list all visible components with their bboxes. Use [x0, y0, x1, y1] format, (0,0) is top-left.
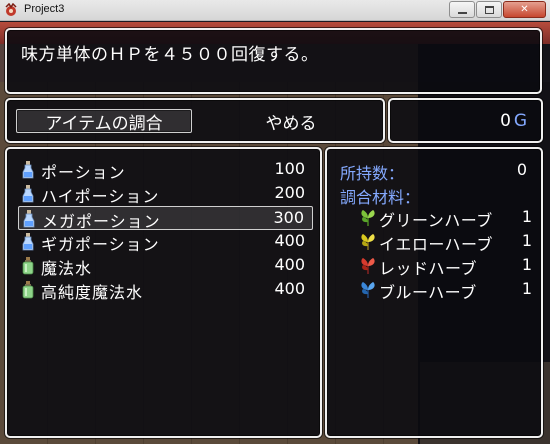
command-label: アイテムの調合: [45, 113, 163, 134]
material-qty: 1: [521, 255, 532, 274]
command-cancel[interactable]: やめる: [203, 109, 379, 134]
item-row[interactable]: 魔法水 400: [18, 254, 313, 278]
item-price: 100: [274, 159, 305, 178]
material-qty: 1: [521, 279, 532, 298]
maximize-icon: [484, 5, 494, 14]
app-icon: [5, 3, 17, 16]
bottle-icon: [22, 281, 34, 299]
potion-icon: [22, 233, 34, 251]
yellow-herb-icon: [361, 234, 375, 250]
item-price: 200: [274, 183, 305, 202]
material-name: ブルーハーブ: [379, 283, 477, 302]
maximize-button[interactable]: [476, 1, 502, 18]
gold-value: 0: [500, 111, 511, 131]
potion-icon: [22, 185, 34, 203]
material-row: グリーンハーブ 1: [357, 206, 532, 230]
potion-icon: [23, 210, 35, 228]
material-qty: 1: [521, 207, 532, 226]
item-name: 高純度魔法水: [41, 283, 144, 302]
blue-herb-icon: [361, 282, 375, 298]
item-name: ハイポーション: [41, 187, 160, 206]
window-title: Project3: [24, 3, 65, 15]
item-row[interactable]: 高純度魔法水 400: [18, 278, 313, 302]
item-row[interactable]: ハイポーション 200: [18, 182, 313, 206]
item-row-selected[interactable]: メガポーション 300: [18, 206, 313, 231]
owned-label: 所持数：: [340, 164, 405, 183]
item-price: 400: [274, 255, 305, 274]
potion-icon: [22, 161, 34, 179]
material-name: イエローハーブ: [379, 235, 494, 254]
material-row: イエローハーブ 1: [357, 230, 532, 254]
material-qty: 1: [521, 231, 532, 250]
close-icon: ✕: [520, 4, 529, 15]
material-row: ブルーハーブ 1: [357, 278, 532, 302]
item-row[interactable]: ポーション 100: [18, 158, 313, 182]
owned-value: 0: [516, 160, 527, 179]
gold-unit: G: [513, 111, 527, 131]
red-herb-icon: [361, 258, 375, 274]
material-row: レッドハーブ 1: [357, 254, 532, 278]
help-window: 味方単体のＨＰを４５００回復する。: [5, 28, 542, 94]
material-name: レッドハーブ: [379, 259, 478, 278]
close-button[interactable]: ✕: [503, 1, 546, 18]
materials-label: 調合材料：: [340, 188, 421, 207]
item-name: ポーション: [41, 163, 126, 182]
item-row[interactable]: ギガポーション 400: [18, 230, 313, 254]
item-name: 魔法水: [41, 259, 93, 278]
gold-window: 0 G: [388, 98, 543, 143]
item-price: 400: [274, 279, 305, 298]
item-price: 300: [273, 208, 304, 227]
command-label: やめる: [265, 113, 317, 134]
recipe-info-window: 所持数： 0 調合材料： グリーンハーブ 1 イエローハーブ 1 レッドハーブ …: [325, 147, 543, 438]
item-list-window: ポーション 100 ハイポーション 200 メガポーション 300 ギガポーショ…: [5, 147, 322, 438]
item-name: メガポーション: [42, 212, 161, 231]
material-name: グリーンハーブ: [379, 211, 493, 230]
minimize-button[interactable]: [449, 1, 475, 18]
minimize-icon: [457, 11, 467, 14]
bottle-icon: [22, 257, 34, 275]
item-name: ギガポーション: [41, 235, 160, 254]
green-herb-icon: [361, 210, 375, 226]
item-price: 400: [274, 231, 305, 250]
help-text: 味方単体のＨＰを４５００回復する。: [21, 45, 319, 65]
command-synthesize[interactable]: アイテムの調合: [16, 109, 192, 134]
command-window: アイテムの調合 やめる: [5, 98, 385, 143]
window-titlebar: Project3 ✕: [0, 0, 550, 21]
